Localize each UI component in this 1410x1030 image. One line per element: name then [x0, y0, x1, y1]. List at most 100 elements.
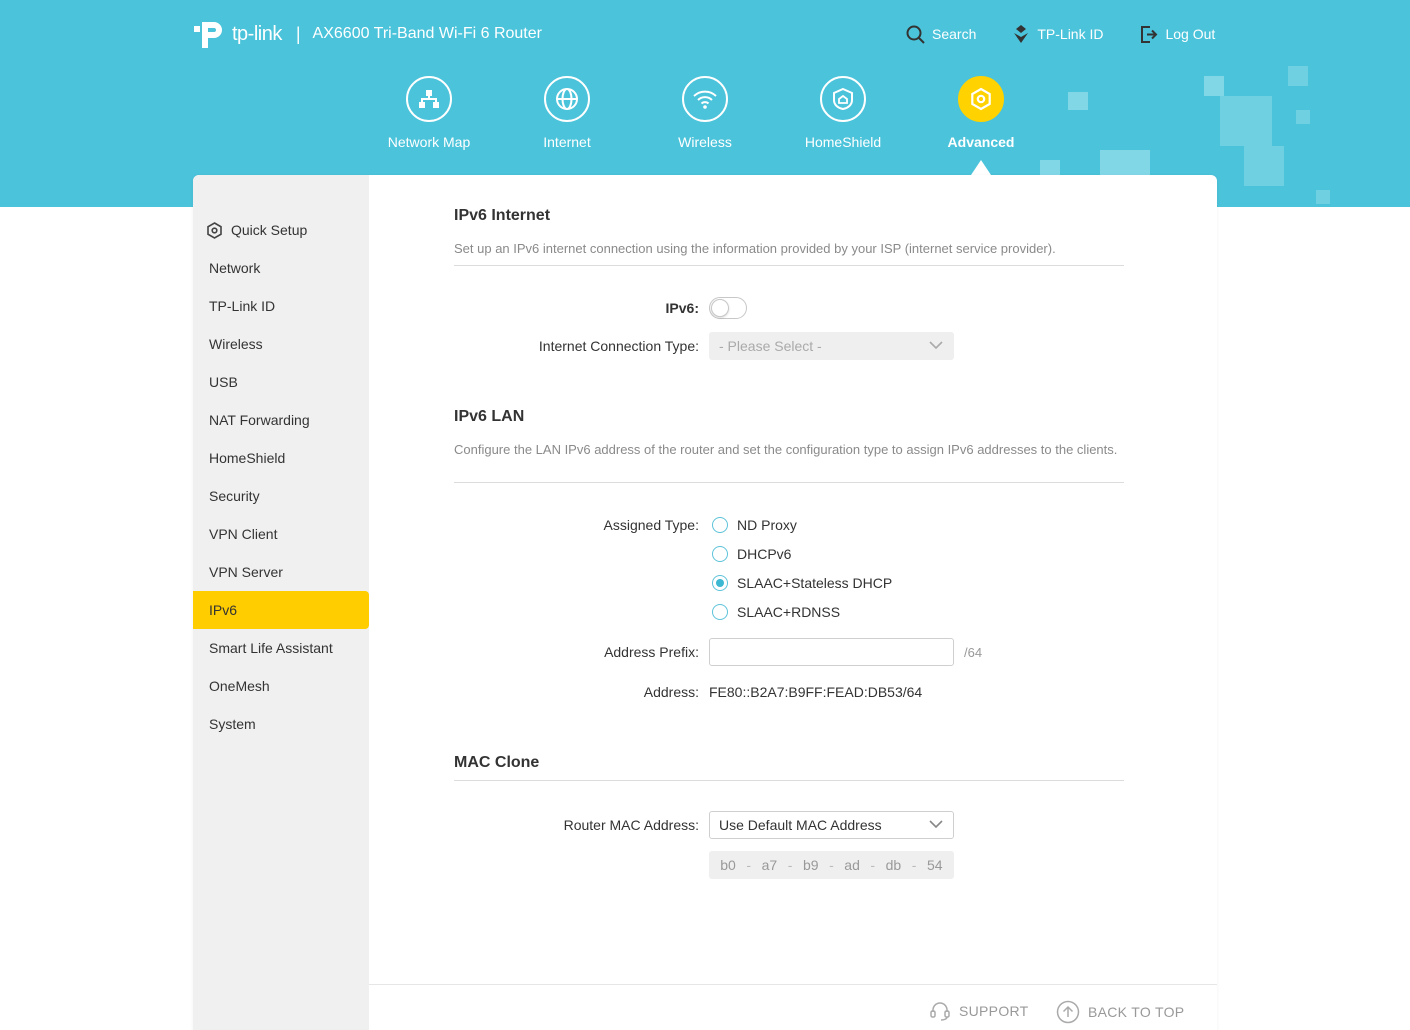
divider	[454, 482, 1124, 483]
radio-slaac-rdnss[interactable]: SLAAC+RDNSS	[712, 604, 840, 620]
nav-advanced[interactable]: Advanced	[921, 76, 1041, 150]
tplink-id-link[interactable]: TP-Link ID	[1012, 24, 1103, 44]
divider	[454, 265, 1124, 266]
brand-logo[interactable]: tp-link | AX6600 Tri-Band Wi-Fi 6 Router	[192, 16, 542, 52]
tplink-logo-icon	[194, 22, 222, 48]
sidebar-item-label: OneMesh	[209, 678, 270, 694]
sidebar-item-label: Network	[209, 260, 261, 276]
address-label: Address:	[643, 684, 699, 700]
radio-button	[712, 546, 728, 562]
sidebar-item-security[interactable]: Security	[193, 477, 369, 515]
connection-type-value: - Please Select -	[719, 338, 822, 354]
nav-label: Advanced	[947, 134, 1015, 150]
sidebar-item-label: HomeShield	[209, 450, 286, 466]
headset-icon	[930, 1002, 950, 1021]
main-panel: Quick Setup Network TP-Link ID Wireless …	[193, 175, 1217, 1030]
mac-octet: 54	[926, 857, 943, 873]
router-mac-select[interactable]: Use Default MAC Address	[709, 811, 954, 839]
logout-icon	[1141, 25, 1158, 43]
tplink-id-label: TP-Link ID	[1037, 26, 1104, 42]
sidebar-item-ipv6[interactable]: IPv6	[193, 591, 369, 629]
sidebar-item-label: Quick Setup	[231, 222, 308, 238]
sidebar-item-homeshield[interactable]: HomeShield	[193, 439, 369, 477]
radio-label: SLAAC+Stateless DHCP	[737, 575, 893, 591]
network-map-icon	[406, 76, 452, 122]
product-name: AX6600 Tri-Band Wi-Fi 6 Router	[312, 25, 542, 42]
search-link[interactable]: Search	[906, 24, 976, 44]
sidebar-item-vpn-client[interactable]: VPN Client	[193, 515, 369, 553]
sidebar-item-label: USB	[209, 374, 238, 390]
nav-homeshield[interactable]: HomeShield	[783, 76, 903, 150]
sidebar-item-smart-life-assistant[interactable]: Smart Life Assistant	[193, 629, 369, 667]
mac-octet: b0	[720, 857, 736, 873]
mac-separator: -	[870, 857, 876, 873]
radio-dhcpv6[interactable]: DHCPv6	[712, 546, 791, 562]
sidebar-item-vpn-server[interactable]: VPN Server	[193, 553, 369, 591]
mac-address-display: b0 - a7 - b9 - ad - db - 54	[709, 851, 954, 879]
globe-icon	[544, 76, 590, 122]
sidebar-item-label: IPv6	[209, 602, 238, 618]
section-title-mac-clone: MAC Clone	[454, 754, 540, 771]
sidebar-item-wireless[interactable]: Wireless	[193, 325, 369, 363]
radio-label: DHCPv6	[737, 546, 792, 562]
advanced-gear-icon	[958, 76, 1004, 122]
sidebar-item-network[interactable]: Network	[193, 249, 369, 287]
mac-octet: a7	[761, 857, 778, 873]
mac-separator: -	[746, 857, 752, 873]
sidebar-item-label: VPN Client	[209, 526, 278, 542]
radio-label: ND Proxy	[737, 517, 797, 533]
sidebar-item-tplink-id[interactable]: TP-Link ID	[193, 287, 369, 325]
radio-nd-proxy[interactable]: ND Proxy	[712, 517, 797, 533]
address-prefix-suffix: /64	[964, 645, 983, 660]
nav-label: HomeShield	[804, 134, 882, 150]
sidebar-item-usb[interactable]: USB	[193, 363, 369, 401]
tplink-id-icon	[1014, 25, 1029, 43]
nav-network-map[interactable]: Network Map	[369, 76, 489, 150]
address-prefix-input[interactable]	[709, 638, 954, 666]
toggle-knob	[711, 299, 729, 317]
radio-button	[712, 604, 728, 620]
content-area: IPv6 Internet Set up an IPv6 internet co…	[369, 175, 1217, 1030]
mac-separator: -	[787, 857, 793, 873]
sidebar-item-onemesh[interactable]: OneMesh	[193, 667, 369, 705]
radio-slaac-stateless-dhcp[interactable]: SLAAC+Stateless DHCP	[712, 575, 892, 591]
sidebar-item-label: Security	[209, 488, 260, 504]
nav-internet[interactable]: Internet	[507, 76, 627, 150]
back-to-top-link[interactable]: BACK TO TOP	[1056, 1000, 1184, 1024]
sidebar-item-system[interactable]: System	[193, 705, 369, 743]
ipv6-toggle-label: IPv6:	[665, 300, 699, 316]
logo-separator: |	[295, 23, 301, 44]
section-desc-ipv6-internet: Set up an IPv6 internet connection using…	[454, 241, 1056, 256]
router-mac-value: Use Default MAC Address	[719, 817, 882, 833]
decor-square	[1316, 190, 1330, 204]
support-label: SUPPORT	[959, 1003, 1029, 1019]
logout-label: Log Out	[1165, 26, 1216, 42]
ipv6-toggle[interactable]	[709, 297, 747, 319]
active-nav-caret	[971, 160, 991, 175]
chevron-down-icon	[929, 820, 943, 829]
address-prefix-label: Address Prefix:	[604, 644, 699, 660]
connection-type-select[interactable]: - Please Select -	[709, 332, 954, 360]
sidebar-item-nat-forwarding[interactable]: NAT Forwarding	[193, 401, 369, 439]
sidebar-item-quick-setup[interactable]: Quick Setup	[193, 211, 369, 249]
search-label: Search	[932, 26, 977, 42]
section-desc-ipv6-lan: Configure the LAN IPv6 address of the ro…	[454, 442, 1118, 457]
footer-bar: SUPPORT BACK TO TOP	[369, 984, 1217, 1030]
mac-separator: -	[911, 857, 917, 873]
nav-label: Network Map	[387, 134, 471, 150]
mac-separator: -	[829, 857, 834, 873]
logout-link[interactable]: Log Out	[1139, 24, 1215, 44]
sidebar-item-label: Smart Life Assistant	[209, 640, 333, 656]
nav-label: Wireless	[678, 134, 732, 150]
nav-wireless[interactable]: Wireless	[645, 76, 765, 150]
radio-button-checked	[712, 575, 728, 591]
main-nav: Network Map Internet Wireless HomeShield…	[0, 76, 1410, 176]
mac-octet: b9	[802, 857, 819, 873]
support-link[interactable]: SUPPORT	[929, 1000, 1029, 1022]
connection-type-label: Internet Connection Type:	[538, 338, 699, 354]
gear-icon	[207, 222, 222, 239]
back-to-top-label: BACK TO TOP	[1088, 1004, 1185, 1020]
search-icon	[906, 25, 925, 44]
nav-label: Internet	[543, 134, 591, 150]
radio-label: SLAAC+RDNSS	[737, 604, 841, 620]
